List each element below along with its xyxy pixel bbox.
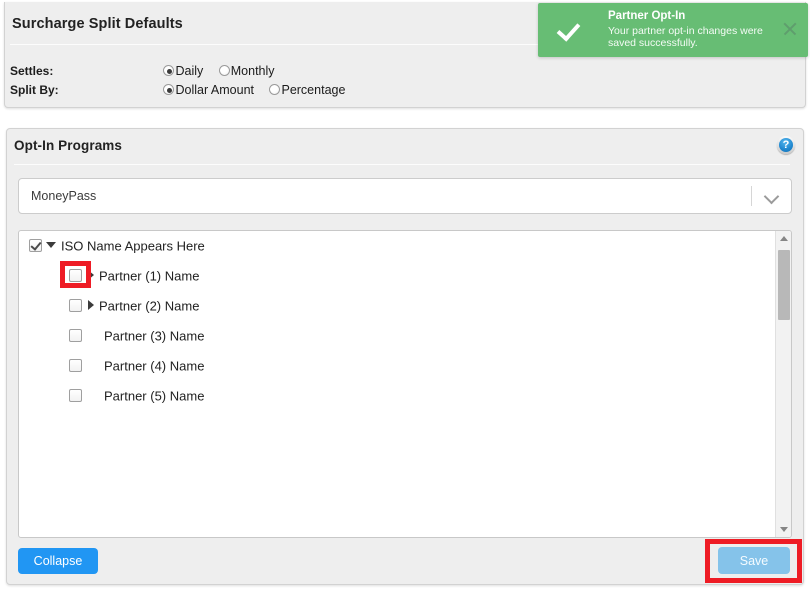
program-select-value: MoneyPass bbox=[31, 189, 97, 203]
settles-row: Settles: Daily Monthly bbox=[10, 63, 287, 80]
checkbox-partner-5[interactable] bbox=[69, 389, 82, 402]
radio-option-daily[interactable]: Daily bbox=[163, 63, 203, 80]
tree-label-partner-4: Partner (4) Name bbox=[104, 358, 205, 374]
scroll-up-arrow-icon[interactable] bbox=[776, 231, 791, 247]
radio-dot-dollar-amount[interactable] bbox=[163, 84, 175, 96]
tree-row-partner-1[interactable]: Partner (1) Name bbox=[19, 261, 776, 291]
radio-option-dollar-amount[interactable]: Dollar Amount bbox=[163, 82, 254, 99]
split-by-label: Split By: bbox=[10, 83, 59, 98]
tree-spacer-partner-5 bbox=[88, 398, 99, 399]
scrollbar-thumb[interactable] bbox=[778, 250, 790, 320]
tree-row-partner-3[interactable]: Partner (3) Name bbox=[19, 321, 776, 351]
app-root: Surcharge Split Defaults Settles: Daily … bbox=[0, 0, 810, 592]
save-button[interactable]: Save bbox=[718, 547, 790, 574]
split-by-row: Split By: Dollar Amount Percentage bbox=[10, 82, 357, 99]
checkbox-partner-2[interactable] bbox=[69, 299, 82, 312]
checkbox-iso-root[interactable] bbox=[29, 239, 42, 252]
caret-right-icon-partner-2[interactable] bbox=[88, 300, 94, 310]
tree-label-partner-5: Partner (5) Name bbox=[104, 388, 205, 404]
tree-label-iso-root: ISO Name Appears Here bbox=[61, 238, 205, 254]
settles-radio-group[interactable]: Daily Monthly bbox=[163, 63, 286, 80]
radio-option-percentage[interactable]: Percentage bbox=[269, 82, 345, 99]
partner-tree-box: ISO Name Appears Here Partner (1) Name P… bbox=[18, 230, 792, 538]
radio-label-monthly: Monthly bbox=[230, 64, 275, 79]
tree-label-partner-2: Partner (2) Name bbox=[99, 298, 200, 314]
close-icon[interactable] bbox=[781, 20, 798, 37]
radio-dot-daily[interactable] bbox=[163, 65, 175, 77]
radio-dot-monthly[interactable] bbox=[218, 65, 230, 77]
tree-row-partner-5[interactable]: Partner (5) Name bbox=[19, 381, 776, 411]
tree-row-iso-root[interactable]: ISO Name Appears Here bbox=[19, 231, 776, 261]
radio-dot-percentage[interactable] bbox=[269, 84, 281, 96]
settles-label: Settles: bbox=[10, 64, 54, 79]
help-icon-question-mark: ? bbox=[782, 139, 790, 151]
checkbox-partner-1[interactable] bbox=[69, 269, 82, 282]
partner-tree-list: ISO Name Appears Here Partner (1) Name P… bbox=[19, 231, 776, 537]
radio-label-percentage: Percentage bbox=[281, 83, 346, 98]
caret-down-icon-iso-root[interactable] bbox=[46, 242, 56, 248]
program-select-divider bbox=[751, 186, 752, 206]
help-circle-icon[interactable]: ? bbox=[777, 136, 795, 154]
surcharge-panel-title: Surcharge Split Defaults bbox=[12, 16, 183, 32]
radio-label-dollar-amount: Dollar Amount bbox=[175, 83, 254, 98]
check-icon bbox=[555, 17, 581, 43]
tree-spacer-partner-3 bbox=[88, 338, 99, 339]
toast-title: Partner Opt-In bbox=[608, 10, 686, 22]
program-select[interactable]: MoneyPass bbox=[18, 178, 792, 214]
tree-spacer-partner-4 bbox=[88, 368, 99, 369]
toast-notification: Partner Opt-In Your partner opt-in chang… bbox=[538, 3, 808, 57]
scroll-down-arrow-icon[interactable] bbox=[776, 521, 791, 537]
caret-right-icon-partner-1[interactable] bbox=[88, 270, 94, 280]
tree-scrollbar[interactable] bbox=[775, 231, 791, 537]
opt-in-title-divider bbox=[14, 164, 790, 165]
chevron-down-icon[interactable] bbox=[765, 190, 779, 204]
checkbox-partner-3[interactable] bbox=[69, 329, 82, 342]
opt-in-panel-title: Opt-In Programs bbox=[14, 138, 123, 153]
tree-label-partner-3: Partner (3) Name bbox=[104, 328, 205, 344]
tree-row-partner-4[interactable]: Partner (4) Name bbox=[19, 351, 776, 381]
split-by-radio-group[interactable]: Dollar Amount Percentage bbox=[163, 82, 357, 99]
tree-row-partner-2[interactable]: Partner (2) Name bbox=[19, 291, 776, 321]
radio-label-daily: Daily bbox=[175, 64, 204, 79]
radio-option-monthly[interactable]: Monthly bbox=[218, 63, 275, 80]
collapse-button[interactable]: Collapse bbox=[18, 548, 98, 574]
tree-label-partner-1: Partner (1) Name bbox=[99, 268, 200, 284]
checkbox-partner-4[interactable] bbox=[69, 359, 82, 372]
toast-message: Your partner opt-in changes were saved s… bbox=[608, 25, 763, 49]
